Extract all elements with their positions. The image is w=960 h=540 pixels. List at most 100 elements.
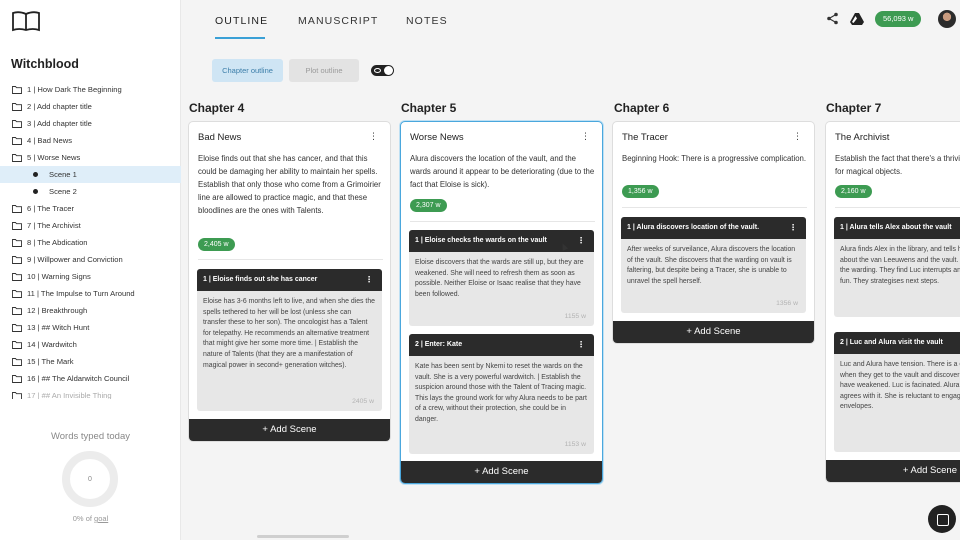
sidebar-chapter-item[interactable]: 8 | The Abdication (0, 234, 181, 251)
scene-card[interactable]: 1 | Alura discovers location of the vaul… (621, 217, 806, 313)
bullet-icon (33, 189, 38, 194)
avatar[interactable] (938, 10, 956, 28)
chapter-summary: Establish the fact that there's a thrivi… (835, 154, 960, 176)
sidebar-chapter-item[interactable]: 5 | Worse News (0, 149, 181, 166)
sidebar-scene-item[interactable]: Scene 2 (0, 183, 181, 200)
scene-word-count: 1153 w (564, 441, 586, 448)
folder-icon (12, 341, 22, 349)
plot-outline-button[interactable]: Plot outline (289, 59, 359, 82)
chapter-heading: Chapter 5 (401, 101, 457, 115)
add-scene-button[interactable]: + Add Scene (613, 321, 814, 343)
scene-title-text: 2 | Luc and Alura visit the vault (840, 339, 943, 346)
book-logo-icon[interactable] (11, 10, 41, 32)
folder-icon (12, 307, 22, 315)
sidebar-chapter-item[interactable]: 10 | Warning Signs (0, 268, 181, 285)
sidebar: Witchblood 1 | How Dark The Beginning 2 |… (0, 0, 181, 540)
add-scene-button[interactable]: + Add Scene (826, 460, 960, 482)
chapter-card-title: Bad News (198, 132, 242, 143)
chapter-word-count: 1,356 w (622, 185, 659, 198)
add-scene-button[interactable]: + Add Scene (189, 419, 390, 441)
folder-icon (12, 375, 22, 383)
tab-manuscript[interactable]: MANUSCRIPT (298, 15, 378, 27)
folder-icon (12, 273, 22, 281)
chapter-word-count: 2,160 w (835, 185, 872, 198)
tab-notes[interactable]: NOTES (406, 15, 448, 27)
scene-body: Alura finds Alex in the library, and tel… (840, 246, 960, 285)
folder-icon (12, 358, 22, 366)
sidebar-chapter-label: 8 | The Abdication (27, 238, 88, 247)
scene-card[interactable]: 1 | Eloise finds out she has cancer ⋮ Elo… (197, 269, 382, 411)
tab-outline[interactable]: OUTLINE (215, 15, 268, 27)
chapter-card-title: Worse News (410, 132, 464, 143)
scene-title: 1 | Alura tells Alex about the vault (834, 217, 960, 239)
more-options-icon[interactable]: ⋮ (581, 132, 590, 141)
folder-icon (12, 256, 22, 264)
chat-support-button[interactable] (928, 505, 956, 533)
sidebar-chapter-item[interactable]: 11 | The Impulse to Turn Around (0, 285, 181, 302)
sidebar-chapter-label: 7 | The Archivist (27, 221, 81, 230)
scene-word-count: 1356 w (776, 300, 798, 307)
sidebar-chapter-label: 15 | The Mark (27, 357, 74, 366)
visibility-toggle[interactable] (371, 65, 394, 76)
drive-icon[interactable] (850, 12, 864, 25)
scene-card[interactable]: 1 | Alura tells Alex about the vault Alu… (834, 217, 960, 317)
scene-card[interactable]: 2 | Luc and Alura visit the vault Luc an… (834, 332, 960, 452)
scene-body: Eloise discovers that the wards are stil… (415, 259, 584, 298)
add-scene-button[interactable]: + Add Scene (401, 461, 602, 483)
sidebar-chapter-item[interactable]: 12 | Breakthrough (0, 302, 181, 319)
sidebar-chapter-label: 17 | ## An Invisible Thing (27, 391, 112, 399)
sidebar-chapter-item[interactable]: 17 | ## An Invisible Thing (0, 387, 181, 399)
share-icon[interactable] (826, 12, 839, 25)
goal-link[interactable]: goal (94, 514, 108, 523)
sidebar-chapter-item[interactable]: 15 | The Mark (0, 353, 181, 370)
sidebar-chapter-label: 16 | ## The Aldarwitch Council (27, 374, 130, 383)
scene-options-icon[interactable]: ⋮ (577, 230, 585, 252)
scene-body: After weeks of surveilance, Alura discov… (627, 246, 796, 285)
eye-icon (374, 68, 381, 73)
more-options-icon[interactable]: ⋮ (369, 132, 378, 141)
sidebar-chapter-item[interactable]: 14 | Wardwitch (0, 336, 181, 353)
chapter-word-count: 2,307 w (410, 199, 447, 212)
folder-icon (12, 86, 22, 94)
sidebar-chapter-item[interactable]: 13 | ## Witch Hunt (0, 319, 181, 336)
words-progress-ring: 0 (62, 451, 118, 507)
scene-body: Eloise has 3-6 months left to live, and … (203, 298, 375, 369)
sidebar-chapter-label: 12 | Breakthrough (27, 306, 88, 315)
scene-title-text: 1 | Eloise finds out she has cancer (203, 276, 318, 283)
sidebar-chapter-item[interactable]: 4 | Bad News (0, 132, 181, 149)
sidebar-chapter-item[interactable]: 16 | ## The Aldarwitch Council (0, 370, 181, 387)
chapter-heading: Chapter 6 (614, 101, 670, 115)
sidebar-chapter-item[interactable]: 7 | The Archivist (0, 217, 181, 234)
horizontal-scrollbar[interactable] (257, 535, 349, 538)
scene-word-count: 2405 w (352, 398, 374, 405)
toggle-knob (384, 66, 393, 75)
scene-title-text: 2 | Enter: Kate (415, 341, 463, 348)
chapter-card[interactable]: The Archivist Establish the fact that th… (825, 121, 960, 483)
chapter-card[interactable]: Worse News ⋮ Alura discovers the locatio… (400, 121, 603, 484)
scene-body: Kate has been sent by Nkemi to reset the… (415, 363, 587, 423)
sidebar-chapter-item[interactable]: 2 | Add chapter title (0, 98, 181, 115)
bullet-icon (33, 172, 38, 177)
top-bar: OUTLINE MANUSCRIPT NOTES 56,093 w (182, 0, 960, 42)
sidebar-chapter-item[interactable]: 1 | How Dark The Beginning (0, 81, 181, 98)
chapter-card[interactable]: The Tracer ⋮ Beginning Hook: There is a … (612, 121, 815, 344)
scene-word-count: 1155 w (564, 313, 586, 320)
folder-icon (12, 154, 22, 162)
sidebar-chapter-label: 6 | The Tracer (27, 204, 74, 213)
sidebar-chapter-item[interactable]: 9 | Willpower and Conviction (0, 251, 181, 268)
sidebar-chapter-label: 4 | Bad News (27, 136, 73, 145)
chapter-card[interactable]: Bad News ⋮ Eloise finds out that she has… (188, 121, 391, 442)
scene-options-icon[interactable]: ⋮ (577, 334, 585, 356)
sidebar-chapter-item[interactable]: 6 | The Tracer (0, 200, 181, 217)
sidebar-chapter-label: 14 | Wardwitch (27, 340, 77, 349)
scene-options-icon[interactable]: ⋮ (789, 217, 797, 239)
folder-icon (12, 324, 22, 332)
chapter-outline-button[interactable]: Chapter outline (212, 59, 283, 82)
scene-card[interactable]: 2 | Enter: Kate ⋮ Kate has been sent by N… (409, 334, 594, 454)
scene-options-icon[interactable]: ⋮ (365, 269, 373, 291)
sidebar-scene-item[interactable]: Scene 1 (0, 166, 181, 183)
chapter-heading: Chapter 4 (189, 101, 245, 115)
chapter-summary: Eloise finds out that she has cancer, an… (198, 154, 381, 215)
more-options-icon[interactable]: ⋮ (793, 132, 802, 141)
sidebar-chapter-item[interactable]: 3 | Add chapter title (0, 115, 181, 132)
